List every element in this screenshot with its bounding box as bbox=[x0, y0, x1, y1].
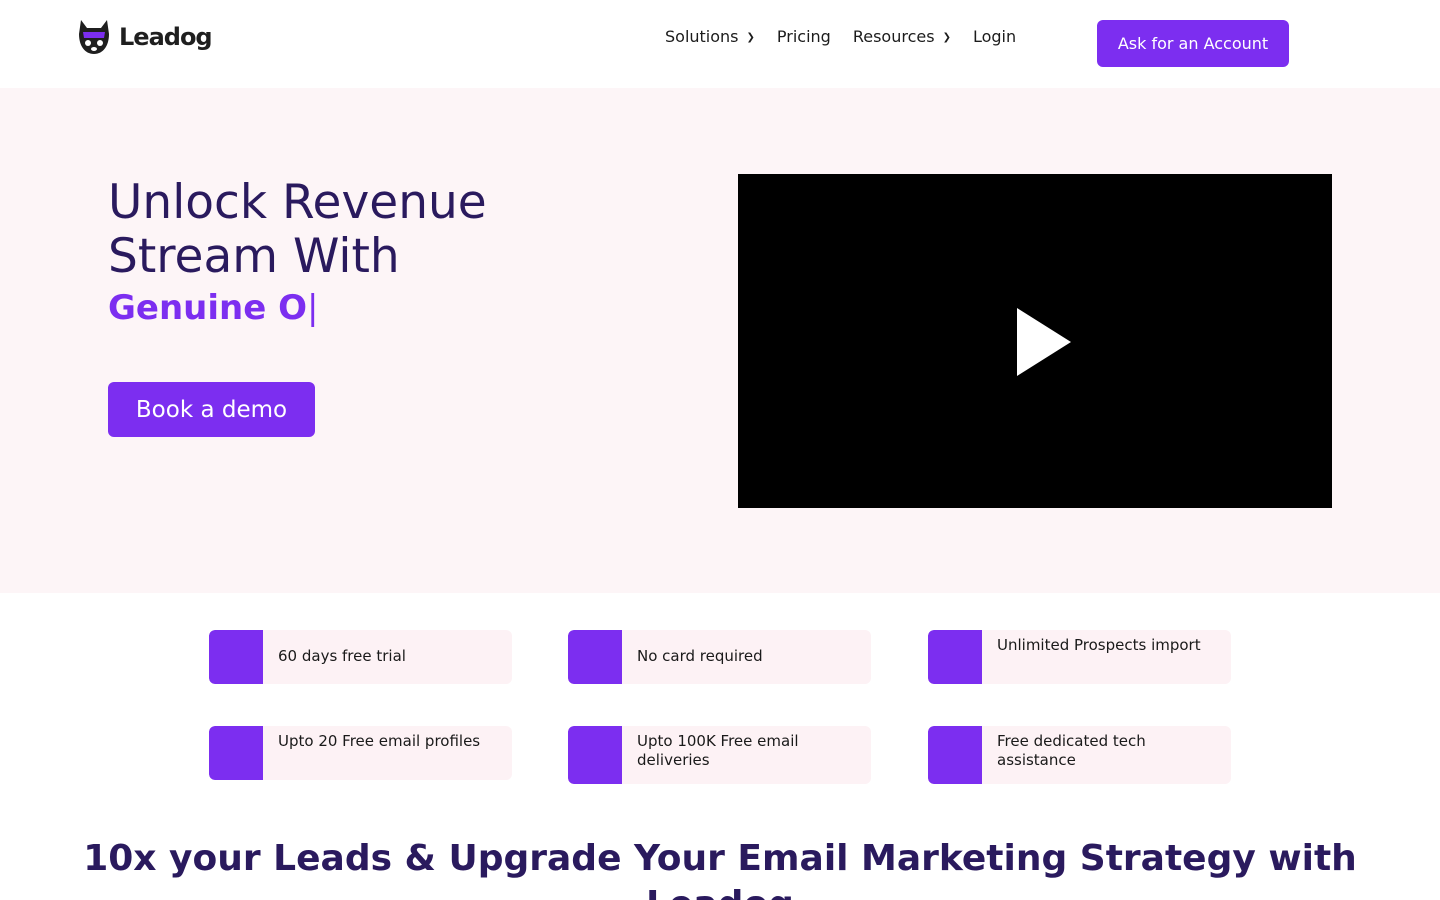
feature-card: Free dedicated tech assistance bbox=[928, 726, 1231, 784]
ask-for-account-button[interactable]: Ask for an Account bbox=[1097, 20, 1289, 67]
brand-name: Leadog bbox=[119, 23, 213, 51]
hero-section: Unlock Revenue Stream With Genuine O| Bo… bbox=[0, 88, 1440, 593]
feature-card: No card required bbox=[568, 630, 871, 684]
chevron-down-icon: ❯ bbox=[942, 32, 951, 43]
nav-item-pricing[interactable]: Pricing bbox=[777, 27, 831, 46]
section-headline-cont: Leadog bbox=[0, 882, 1440, 900]
dog-logo-icon bbox=[75, 16, 113, 58]
typed-text: Genuine O bbox=[108, 288, 308, 328]
feature-text: Upto 100K Free email deliveries bbox=[637, 732, 799, 769]
feature-card: Upto 100K Free email deliveries bbox=[568, 726, 871, 784]
book-demo-button[interactable]: Book a demo bbox=[108, 382, 315, 437]
feature-icon bbox=[928, 726, 982, 784]
nav-item-resources[interactable]: Resources ❯ bbox=[853, 27, 951, 46]
chevron-down-icon: ❯ bbox=[746, 32, 755, 43]
hero-typed-text: Genuine O| bbox=[108, 288, 319, 328]
feature-card: Upto 20 Free email profiles bbox=[209, 726, 512, 780]
nav-item-label: Pricing bbox=[776, 27, 831, 46]
feature-text: No card required bbox=[637, 647, 763, 665]
nav-item-login[interactable]: Login bbox=[973, 27, 1016, 46]
nav-item-solutions[interactable]: Solutions ❯ bbox=[665, 27, 755, 46]
feature-text: Upto 20 Free email profiles bbox=[278, 732, 481, 750]
feature-icon bbox=[568, 630, 622, 684]
feature-text: 60 days free trial bbox=[278, 647, 406, 665]
intro-video-player[interactable] bbox=[738, 174, 1332, 508]
section-headline: 10x your Leads & Upgrade Your Email Mark… bbox=[83, 838, 1357, 879]
feature-text: Free dedicated tech assistance bbox=[997, 732, 1146, 769]
feature-icon bbox=[568, 726, 622, 784]
hero-title: Unlock Revenue Stream With bbox=[108, 175, 487, 284]
feature-card: Unlimited Prospects import bbox=[928, 630, 1231, 684]
feature-icon bbox=[928, 630, 982, 684]
nav-item-label: Login bbox=[972, 27, 1017, 46]
nav-item-label: Resources bbox=[852, 27, 935, 46]
brand-logo[interactable]: Leadog bbox=[75, 16, 213, 58]
feature-card: 60 days free trial bbox=[209, 630, 512, 684]
feature-icon bbox=[209, 630, 263, 684]
typing-caret: | bbox=[307, 288, 319, 328]
play-icon[interactable] bbox=[1017, 308, 1071, 376]
feature-icon bbox=[209, 726, 263, 780]
nav-item-label: Solutions bbox=[665, 27, 739, 46]
main-nav: Solutions ❯ Pricing Resources ❯ Login bbox=[665, 27, 1038, 46]
feature-text: Unlimited Prospects import bbox=[997, 636, 1201, 654]
site-header: Leadog Solutions ❯ Pricing Resources ❯ L… bbox=[0, 0, 1440, 88]
